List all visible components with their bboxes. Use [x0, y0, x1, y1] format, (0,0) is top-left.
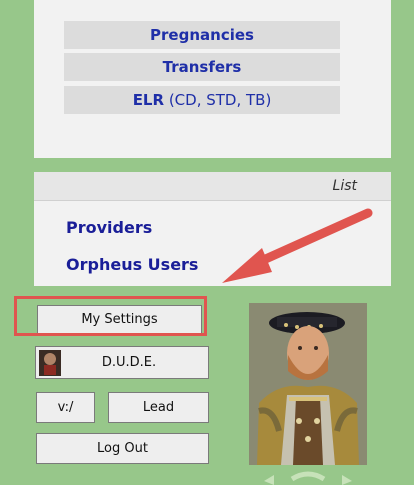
dude-icon [39, 350, 61, 376]
portrait-image [249, 303, 367, 465]
v-drive-label: v:/ [57, 400, 74, 415]
dude-button[interactable]: D.U.D.E. [35, 346, 209, 379]
dude-label: D.U.D.E. [101, 355, 157, 370]
lead-button[interactable]: Lead [108, 392, 209, 423]
annotation-highlight-box [14, 296, 207, 336]
lead-label: Lead [142, 400, 175, 415]
log-out-label: Log Out [97, 441, 148, 456]
v-drive-button[interactable]: v:/ [36, 392, 95, 423]
scroll-arrows-icon[interactable] [262, 471, 354, 485]
log-out-button[interactable]: Log Out [36, 433, 209, 464]
